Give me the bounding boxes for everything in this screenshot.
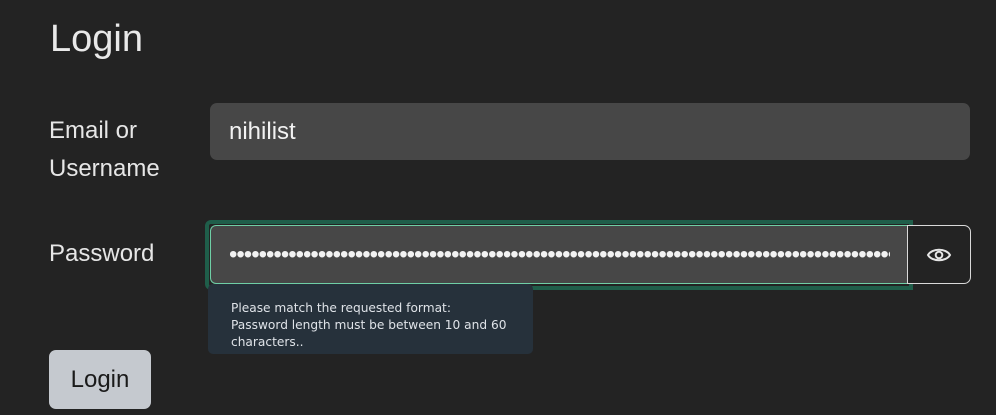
login-button[interactable]: Login [49,350,151,409]
validation-tooltip: Please match the requested format: Passw… [208,284,533,354]
username-label: Email or Username [49,117,160,182]
password-label: Password [49,240,155,267]
eye-icon [926,248,952,261]
page-title: Login [50,18,143,60]
password-input[interactable] [210,225,908,284]
toggle-password-visibility-button[interactable] [907,225,971,284]
username-input[interactable] [210,103,970,160]
